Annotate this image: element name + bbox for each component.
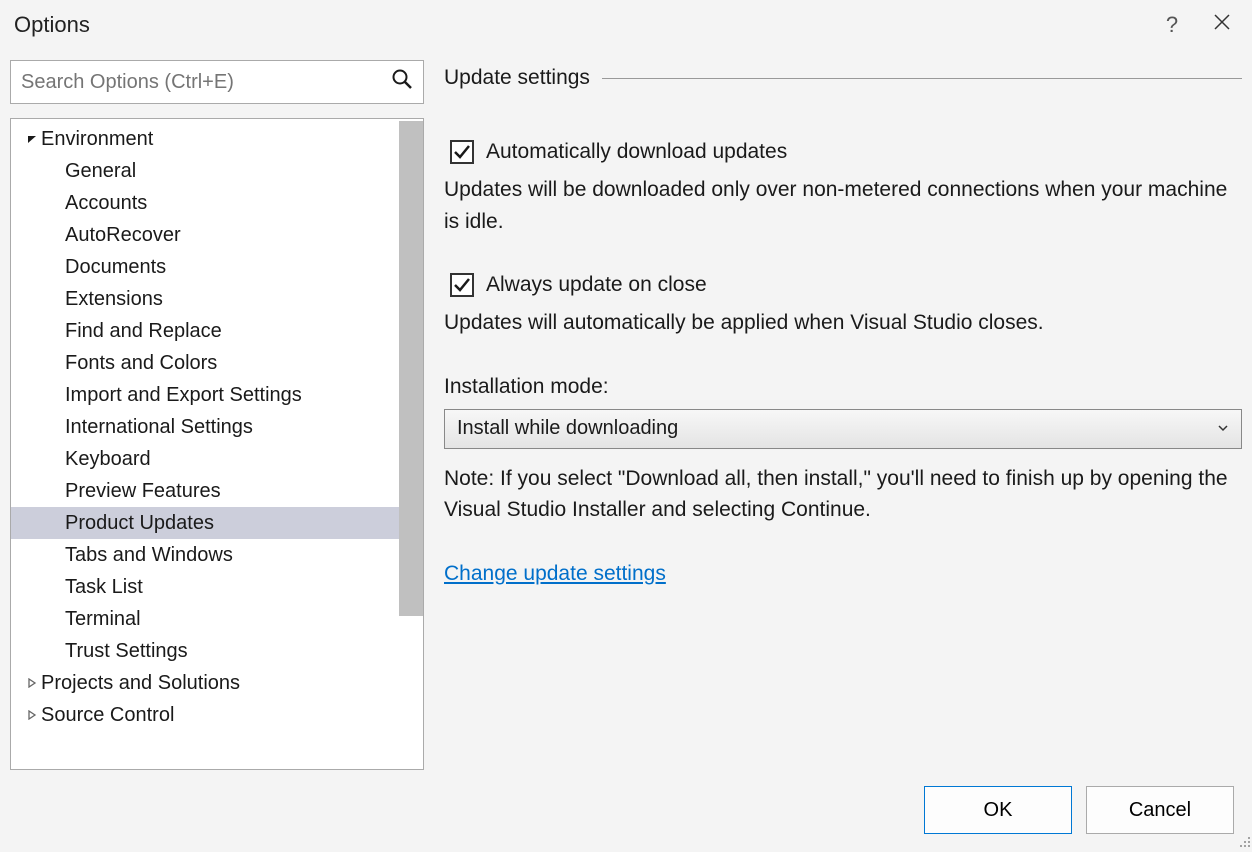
tree-item-preview-features[interactable]: Preview Features: [11, 475, 423, 507]
tree-group-environment[interactable]: Environment: [11, 123, 423, 155]
tree-item-import-export[interactable]: Import and Export Settings: [11, 379, 423, 411]
close-icon: [1213, 13, 1231, 31]
check-icon: [453, 143, 471, 161]
close-button[interactable]: [1202, 13, 1242, 37]
ok-button[interactable]: OK: [924, 786, 1072, 834]
install-mode-dropdown[interactable]: Install while downloading: [444, 409, 1242, 449]
tree-item-product-updates[interactable]: Product Updates: [11, 507, 423, 539]
resize-grip[interactable]: [1237, 834, 1251, 851]
window-title: Options: [14, 12, 1142, 38]
chevron-right-icon: [25, 710, 39, 720]
tree-group-projects[interactable]: Projects and Solutions: [11, 667, 423, 699]
update-on-close-desc: Updates will automatically be applied wh…: [444, 307, 1242, 339]
tree-item-extensions[interactable]: Extensions: [11, 283, 423, 315]
titlebar: Options ?: [0, 0, 1252, 50]
help-button[interactable]: ?: [1152, 12, 1192, 38]
tree-group-label: Source Control: [41, 704, 174, 727]
tree-item-autorecover[interactable]: AutoRecover: [11, 219, 423, 251]
tree-group-source-control[interactable]: Source Control: [11, 699, 423, 731]
update-on-close-checkbox[interactable]: [450, 273, 474, 297]
search-icon: [391, 68, 413, 96]
auto-download-label: Automatically download updates: [486, 140, 787, 164]
tree-item-international[interactable]: International Settings: [11, 411, 423, 443]
auto-download-checkbox[interactable]: [450, 140, 474, 164]
options-tree: Environment General Accounts AutoRecover…: [10, 118, 424, 770]
cancel-button[interactable]: Cancel: [1086, 786, 1234, 834]
install-mode-note: Note: If you select "Download all, then …: [444, 463, 1242, 526]
tree-item-tabs-windows[interactable]: Tabs and Windows: [11, 539, 423, 571]
tree-item-keyboard[interactable]: Keyboard: [11, 443, 423, 475]
chevron-right-icon: [25, 678, 39, 688]
tree-item-trust-settings[interactable]: Trust Settings: [11, 635, 423, 667]
tree-item-general[interactable]: General: [11, 155, 423, 187]
tree-item-fonts-colors[interactable]: Fonts and Colors: [11, 347, 423, 379]
tree-item-terminal[interactable]: Terminal: [11, 603, 423, 635]
change-settings-link[interactable]: Change update settings: [444, 562, 1242, 586]
section-title: Update settings: [444, 66, 590, 90]
search-input-container[interactable]: [10, 60, 424, 104]
divider: [602, 78, 1242, 79]
check-icon: [453, 276, 471, 294]
update-on-close-label: Always update on close: [486, 273, 707, 297]
tree-item-documents[interactable]: Documents: [11, 251, 423, 283]
install-mode-label: Installation mode:: [444, 375, 1242, 399]
tree-scrollbar[interactable]: [399, 121, 423, 616]
search-input[interactable]: [21, 71, 391, 94]
tree-group-label: Environment: [41, 128, 153, 151]
dialog-buttons: OK Cancel: [924, 786, 1234, 834]
install-mode-selected: Install while downloading: [457, 417, 1217, 440]
section-header: Update settings: [444, 66, 1242, 90]
tree-group-label: Projects and Solutions: [41, 672, 240, 695]
tree-item-accounts[interactable]: Accounts: [11, 187, 423, 219]
chevron-down-icon: [25, 134, 39, 144]
auto-download-desc: Updates will be downloaded only over non…: [444, 174, 1242, 237]
tree-item-task-list[interactable]: Task List: [11, 571, 423, 603]
tree-item-find-replace[interactable]: Find and Replace: [11, 315, 423, 347]
chevron-down-icon: [1217, 417, 1229, 440]
